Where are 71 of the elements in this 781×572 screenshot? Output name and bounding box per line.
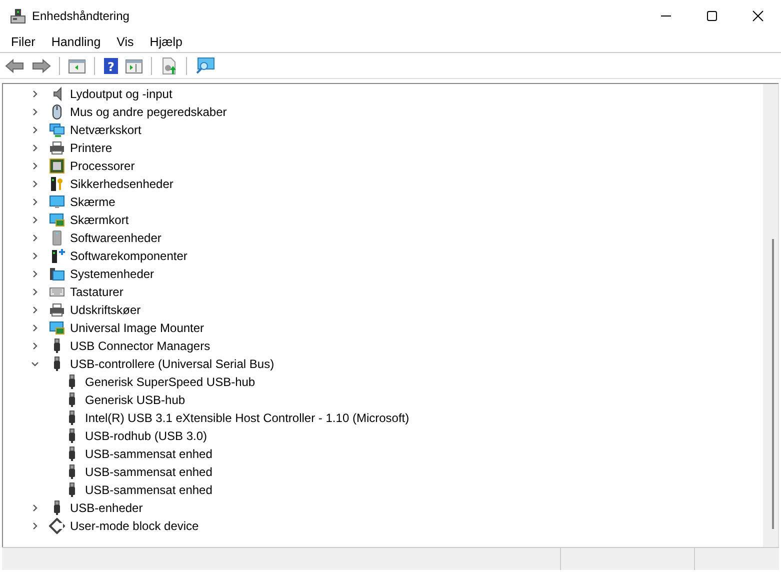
tree-item[interactable]: Softwarekomponenter: [70, 249, 188, 263]
printer-icon: [49, 302, 65, 318]
device-manager-icon: [10, 8, 26, 24]
tree-item[interactable]: Generisk SuperSpeed USB-hub: [85, 375, 256, 389]
menu-item[interactable]: Hjælp: [142, 35, 190, 49]
expand-chevron-icon[interactable]: [31, 234, 39, 242]
monitor-icon: [49, 194, 65, 210]
tree-item[interactable]: USB-sammensat enhed: [85, 447, 212, 461]
expand-chevron-icon[interactable]: [31, 522, 39, 530]
expand-chevron-icon[interactable]: [31, 288, 39, 296]
tree-item[interactable]: Systemenheder: [70, 267, 154, 281]
update-driver-icon[interactable]: [160, 56, 178, 74]
action-pane-icon[interactable]: [125, 58, 143, 74]
scrollbar-thumb[interactable]: [772, 239, 774, 529]
help-icon[interactable]: ?: [103, 56, 119, 74]
expand-chevron-icon[interactable]: [31, 306, 39, 314]
display-adapter-icon: [49, 212, 65, 228]
diamond-arrow-icon: [49, 518, 65, 534]
scrollbar[interactable]: [763, 84, 778, 547]
tree-item[interactable]: Skærmkort: [70, 213, 129, 227]
close-icon: [752, 10, 764, 22]
component-icon: [49, 248, 65, 264]
expand-chevron-icon[interactable]: [31, 504, 39, 512]
expand-chevron-icon[interactable]: [31, 162, 39, 170]
expand-chevron-icon[interactable]: [31, 144, 39, 152]
tree-item[interactable]: Lydoutput og -input: [70, 87, 172, 101]
tree-item[interactable]: USB-sammensat enhed: [85, 483, 212, 497]
tree-item[interactable]: USB Connector Managers: [70, 339, 210, 353]
menu-item[interactable]: Filer: [3, 35, 44, 49]
expand-chevron-icon[interactable]: [31, 342, 39, 350]
expand-chevron-icon[interactable]: [31, 108, 39, 116]
expand-chevron-icon[interactable]: [31, 180, 39, 188]
expand-chevron-icon[interactable]: [31, 216, 39, 224]
tree-item[interactable]: Universal Image Mounter: [70, 321, 204, 335]
tree-item[interactable]: USB-enheder: [70, 501, 143, 515]
tree-item[interactable]: Softwareenheder: [70, 231, 162, 245]
tree-item[interactable]: Mus og andre pegeredskaber: [70, 105, 227, 119]
system-icon: [49, 266, 65, 282]
monitor-search-icon[interactable]: [195, 56, 215, 74]
tree-item[interactable]: Generisk USB-hub: [85, 393, 186, 407]
tree-item[interactable]: USB-sammensat enhed: [85, 465, 212, 479]
tree-item[interactable]: Intel(R) USB 3.1 eXtensible Host Controller - 1.10 (Microsoft): [85, 411, 410, 425]
chip-icon: [49, 158, 65, 174]
tree-item[interactable]: User-mode block device: [70, 519, 199, 533]
tree-item[interactable]: Processorer: [70, 159, 135, 173]
window-title: Enhedshåndtering: [32, 9, 130, 23]
forward-icon[interactable]: [31, 58, 51, 74]
tree-item[interactable]: Printere: [70, 141, 112, 155]
console-tree-icon[interactable]: [68, 58, 86, 74]
back-icon[interactable]: [5, 58, 25, 74]
printer-icon: [49, 140, 65, 156]
expand-chevron-icon[interactable]: [31, 198, 39, 206]
key-icon: [49, 176, 65, 192]
tree-item[interactable]: Skærme: [70, 195, 116, 209]
expand-chevron-icon[interactable]: [31, 270, 39, 278]
expand-chevron-icon[interactable]: [31, 324, 39, 332]
maximize-icon: [706, 10, 718, 22]
expand-chevron-icon[interactable]: [31, 126, 39, 134]
tree-item[interactable]: Netværkskort: [70, 123, 142, 137]
menu-item[interactable]: Vis: [108, 35, 142, 49]
expand-chevron-icon[interactable]: [31, 252, 39, 260]
tree-item[interactable]: Sikkerhedsenheder: [70, 177, 174, 191]
tree-item[interactable]: USB-controllere (Universal Serial Bus): [70, 357, 274, 371]
collapse-chevron-icon[interactable]: [31, 360, 39, 368]
tree-item[interactable]: USB-rodhub (USB 3.0): [85, 429, 208, 443]
expand-chevron-icon[interactable]: [31, 90, 39, 98]
network-icon: [49, 122, 65, 138]
tree-item[interactable]: Tastaturer: [70, 285, 124, 299]
display-adapter-icon: [49, 320, 65, 336]
tree-item[interactable]: Udskriftskøer: [70, 303, 141, 317]
menu-item[interactable]: Handling: [43, 35, 109, 49]
